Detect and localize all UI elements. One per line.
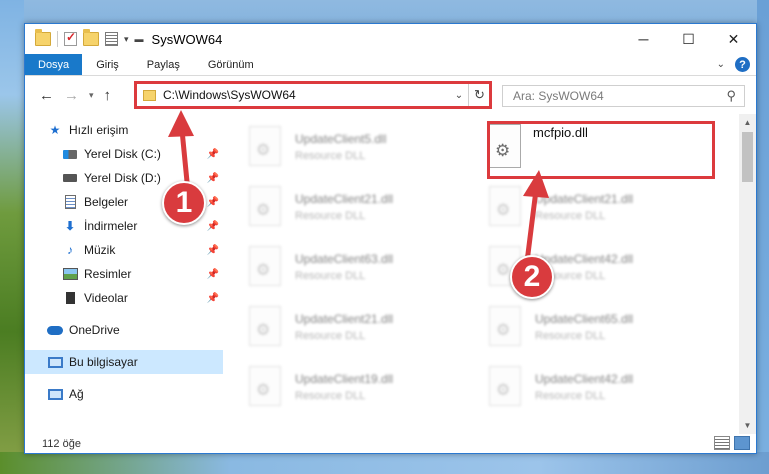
arrow-2-shaft (524, 189, 539, 263)
annotation-arrows (168, 110, 549, 263)
arrow-2-head (523, 170, 549, 198)
step-2-badge: 2 (510, 255, 554, 299)
step-1-badge: 1 (162, 181, 206, 225)
arrow-1-head (168, 110, 194, 137)
